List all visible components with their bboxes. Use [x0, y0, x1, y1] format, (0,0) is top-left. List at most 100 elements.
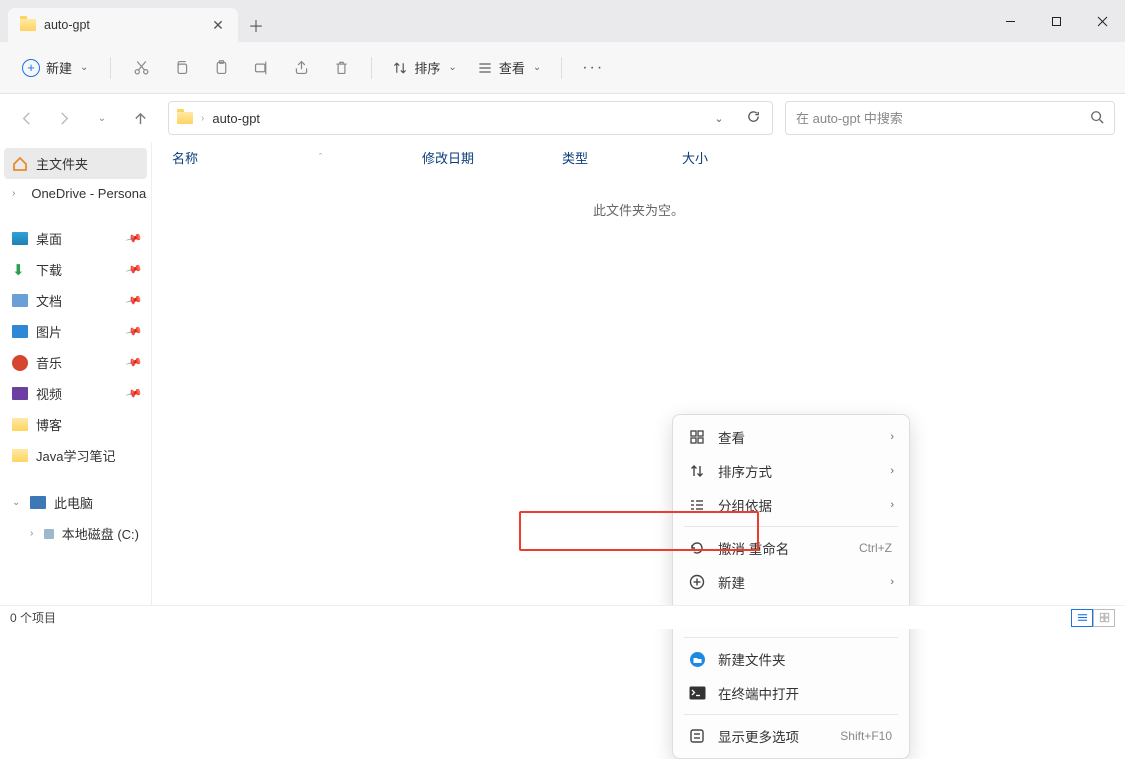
titlebar: auto-gpt ✕ ＋	[0, 0, 1125, 42]
more-icon	[688, 727, 706, 745]
disk-icon	[44, 529, 54, 539]
back-button[interactable]	[10, 102, 42, 134]
ctx-terminal[interactable]: 在终端中打开	[678, 676, 904, 710]
ctx-newfolder[interactable]: 新建文件夹	[678, 642, 904, 676]
ctx-label: 在终端中打开	[718, 683, 799, 703]
pin-icon: 📌	[125, 260, 143, 278]
newfolder-icon	[688, 650, 706, 668]
share-icon[interactable]	[283, 50, 319, 86]
sort-button[interactable]: 排序 ⌄	[384, 52, 464, 83]
address-bar[interactable]: › auto-gpt ⌄	[168, 101, 773, 135]
column-size[interactable]: 大小	[682, 148, 762, 167]
separator	[110, 57, 111, 79]
search-box[interactable]	[785, 101, 1115, 135]
sidebar-item-documents[interactable]: 文档 📌	[4, 285, 147, 316]
tab-current[interactable]: auto-gpt ✕	[8, 8, 238, 42]
view-grid-button[interactable]	[1093, 609, 1115, 627]
forward-button[interactable]	[48, 102, 80, 134]
toolbar: + 新建 ⌄ 排序 ⌄ 查看 ⌄ ···	[0, 42, 1125, 94]
sidebar-label: 本地磁盘 (C:)	[62, 524, 139, 543]
sidebar-item-downloads[interactable]: ⬇ 下载 📌	[4, 254, 147, 285]
ctx-label: 显示更多选项	[718, 726, 799, 746]
rename-icon[interactable]	[243, 50, 279, 86]
search-icon[interactable]	[1090, 110, 1104, 127]
paste-icon[interactable]	[203, 50, 239, 86]
documents-icon	[12, 294, 28, 307]
more-button[interactable]: ···	[574, 59, 612, 77]
sidebar-item-blog[interactable]: 博客	[4, 409, 147, 440]
separator	[684, 714, 898, 715]
delete-icon[interactable]	[323, 50, 359, 86]
chevron-down-icon: ⌄	[533, 62, 541, 73]
pin-icon: 📌	[125, 384, 143, 402]
column-name[interactable]: 名称ˆ	[172, 148, 422, 167]
up-button[interactable]	[124, 102, 156, 134]
sidebar-label: 视频	[36, 384, 62, 403]
chevron-right-icon: ›	[890, 499, 894, 511]
sidebar-item-home[interactable]: 主文件夹	[4, 148, 147, 179]
sidebar-item-localdisk[interactable]: › 本地磁盘 (C:)	[4, 518, 147, 549]
sidebar-label: 下载	[36, 260, 62, 279]
plus-icon	[688, 573, 706, 591]
music-icon	[12, 355, 28, 371]
sidebar-item-java[interactable]: Java学习笔记	[4, 440, 147, 471]
sort-label: 排序	[414, 58, 440, 77]
ctx-group[interactable]: 分组依据 ›	[678, 488, 904, 522]
folder-icon	[12, 418, 28, 431]
ctx-label: 查看	[718, 427, 745, 447]
folder-icon	[12, 449, 28, 462]
main-area: 主文件夹 › OneDrive - Personal 桌面 📌 ⬇ 下载 📌 文…	[0, 142, 1125, 605]
search-input[interactable]	[796, 111, 1090, 126]
chevron-down-icon: ⌄	[80, 62, 88, 73]
close-window-button[interactable]	[1079, 0, 1125, 42]
sort-indicator: ˆ	[319, 152, 322, 162]
sidebar-label: 博客	[36, 415, 62, 434]
sidebar-item-music[interactable]: 音乐 📌	[4, 347, 147, 378]
copy-icon[interactable]	[163, 50, 199, 86]
sidebar-item-onedrive[interactable]: › OneDrive - Personal	[4, 179, 147, 207]
close-icon[interactable]: ✕	[210, 17, 226, 34]
chevron-right-icon: ›	[201, 113, 204, 124]
pc-icon	[30, 496, 46, 509]
sidebar-label: 图片	[36, 322, 62, 341]
ctx-new[interactable]: 新建 ›	[678, 565, 904, 599]
refresh-icon[interactable]	[742, 109, 764, 127]
recent-button[interactable]: ⌄	[86, 102, 118, 134]
desktop-icon	[12, 232, 28, 245]
ctx-label: 新建	[718, 572, 745, 592]
sidebar-label: OneDrive - Personal	[31, 186, 147, 201]
address-folder[interactable]: auto-gpt	[212, 111, 260, 126]
minimize-button[interactable]	[987, 0, 1033, 42]
new-button[interactable]: + 新建 ⌄	[12, 52, 98, 83]
context-menu: 查看 › 排序方式 › 分组依据 › 撤消 重命名 Ctrl+Z 新建	[672, 414, 910, 759]
status-bar: 0 个项目	[0, 605, 1125, 629]
ctx-sort[interactable]: 排序方式 ›	[678, 454, 904, 488]
plus-icon: +	[22, 59, 40, 77]
cut-icon[interactable]	[123, 50, 159, 86]
sidebar-item-pictures[interactable]: 图片 📌	[4, 316, 147, 347]
chevron-right-icon: ›	[890, 465, 894, 477]
ctx-more[interactable]: 显示更多选项 Shift+F10	[678, 719, 904, 753]
sidebar-label: 音乐	[36, 353, 62, 372]
pin-icon: 📌	[125, 353, 143, 371]
maximize-button[interactable]	[1033, 0, 1079, 42]
ctx-undo[interactable]: 撤消 重命名 Ctrl+Z	[678, 531, 904, 565]
ctx-view[interactable]: 查看 ›	[678, 420, 904, 454]
pin-icon: 📌	[125, 291, 143, 309]
view-details-button[interactable]	[1071, 609, 1093, 627]
new-tab-button[interactable]: ＋	[238, 8, 274, 42]
column-date[interactable]: 修改日期	[422, 148, 562, 167]
column-type[interactable]: 类型	[562, 148, 682, 167]
chevron-right-icon: ›	[890, 431, 894, 443]
separator	[684, 637, 898, 638]
sidebar-item-desktop[interactable]: 桌面 📌	[4, 223, 147, 254]
window-controls	[987, 0, 1125, 42]
chevron-down-icon[interactable]: ⌄	[708, 112, 730, 125]
sidebar-label: Java学习笔记	[36, 446, 115, 465]
content-area[interactable]: 名称ˆ 修改日期 类型 大小 此文件夹为空。 查看 › 排序方式 › 分组依据 …	[152, 142, 1125, 605]
sidebar-item-videos[interactable]: 视频 📌	[4, 378, 147, 409]
sidebar-item-thispc[interactable]: ⌄ 此电脑	[4, 487, 147, 518]
sidebar-label: 主文件夹	[36, 154, 88, 173]
column-headers: 名称ˆ 修改日期 类型 大小	[152, 142, 1125, 172]
view-button[interactable]: 查看 ⌄	[469, 52, 549, 83]
